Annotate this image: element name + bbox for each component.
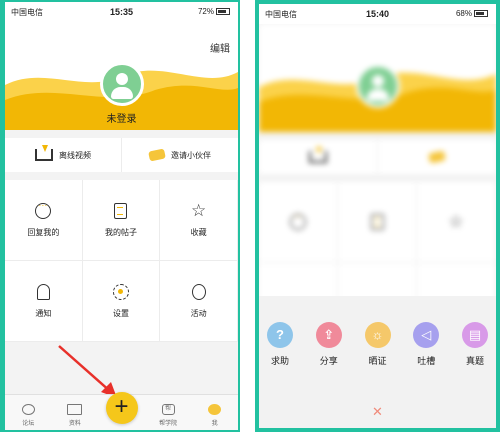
battery-icon [216,8,230,16]
chat-icon [21,404,35,415]
grid-item-events[interactable]: 活动 [160,261,238,342]
face-icon [208,404,222,415]
blurred-cell [338,182,417,263]
speaker-icon: ◁ [413,322,440,348]
handshake-icon [148,148,166,162]
paper-icon: ▤ [462,322,488,348]
battery-indicator: 72% [198,7,230,16]
status-bar: 中国电信 15:35 72% [5,2,238,22]
login-label[interactable]: 未登录 [5,110,238,125]
balloon-icon [191,283,206,300]
invite-friends-button[interactable]: 邀请小伙伴 [121,138,238,172]
tab-academy[interactable]: 帮帮学院 [145,395,192,430]
profile-header: 编辑 未登录 [5,22,238,130]
action-complain[interactable]: ◁ 吐槽 [413,322,440,367]
battery-icon [474,10,488,18]
share-icon: ⇪ [315,322,342,348]
question-icon: ? [267,322,293,348]
handshake-icon [428,150,446,164]
action-exam-questions[interactable]: ▤ 真题 [462,322,488,367]
profile-header [259,24,496,132]
document-icon [370,214,384,230]
blurred-cell [259,182,338,263]
bell-icon [36,283,50,300]
download-icon [309,147,327,163]
grid-item-favorites[interactable]: ☆ 收藏 [160,180,238,261]
blurred-cell [377,140,496,174]
grid-item-replies[interactable]: 回复我的 [5,180,83,261]
action-ask-help[interactable]: ? 求助 [267,322,293,367]
gear-icon [112,283,129,300]
download-icon [35,145,53,161]
status-bar: 中国电信 15:40 68% [259,4,496,24]
avatar[interactable] [99,62,144,106]
screen-after: 中国电信 15:40 68% ☆ ? 求助 [255,0,500,432]
edit-button[interactable]: 编辑 [210,40,230,55]
blurred-cell [259,140,377,174]
star-icon: ☆ [191,200,207,220]
close-icon[interactable]: ✕ [259,404,496,420]
post-type-options: ? 求助 ⇪ 分享 ☼ 晒证 ◁ 吐槽 ▤ 真题 [267,322,488,367]
help-icon: 帮 [161,404,175,415]
post-type-sheet: ? 求助 ⇪ 分享 ☼ 晒证 ◁ 吐槽 ▤ 真题 ✕ [259,296,496,428]
star-icon: ☆ [448,212,464,231]
grid-item-notifications[interactable]: 通知 [5,261,83,342]
chat-icon [35,200,52,219]
grid-item-settings[interactable]: 设置 [82,261,161,342]
tab-me[interactable]: 我 [191,395,238,430]
quick-actions [259,140,496,174]
menu-grid: 回复我的 我的帖子 ☆收藏 通知 设置 活动 [5,180,238,342]
action-show-certificate[interactable]: ☼ 晒证 [364,322,391,367]
blurred-cell: ☆ [417,182,496,263]
screen-before: 中国电信 15:35 72% 编辑 未登录 离线视频 邀请小伙伴 回复我的 我的… [0,0,240,432]
grid-item-my-posts[interactable]: 我的帖子 [82,180,161,261]
tab-materials[interactable]: 资料 [52,395,99,430]
avatar [355,64,400,108]
document-icon [114,202,128,219]
tab-forum[interactable]: 论坛 [5,395,52,430]
quick-actions: 离线视频 邀请小伙伴 [5,138,238,172]
monitor-icon [67,404,83,415]
plus-button[interactable]: + [105,392,138,424]
offline-video-button[interactable]: 离线视频 [5,138,121,172]
battery-indicator: 68% [456,9,488,18]
chat-icon [290,211,306,230]
action-share[interactable]: ⇪ 分享 [315,322,342,367]
sun-icon: ☼ [364,322,391,348]
